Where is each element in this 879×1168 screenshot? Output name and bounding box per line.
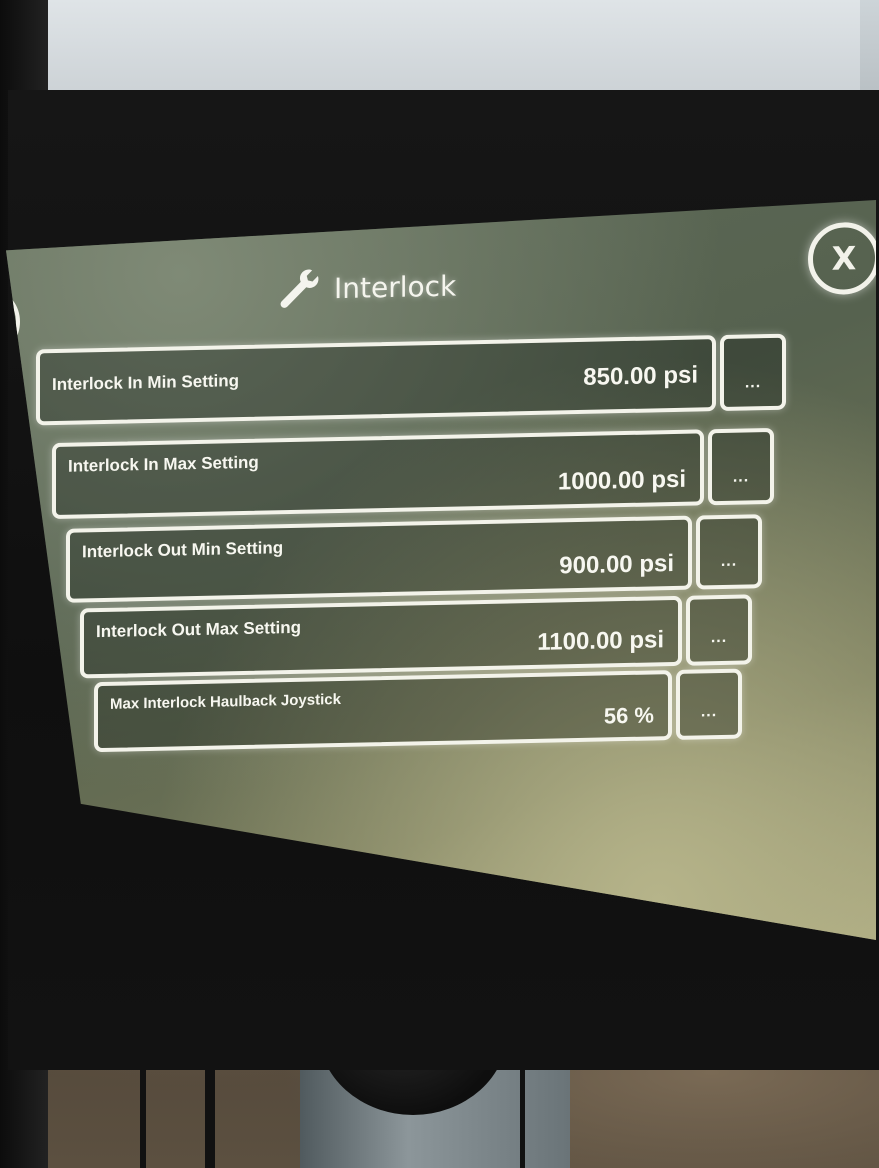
setting-label: Interlock Out Min Setting xyxy=(82,538,284,562)
close-icon: X xyxy=(831,239,857,278)
setting-value: 1100.00 psi xyxy=(537,626,664,656)
setting-value: 850.00 psi xyxy=(583,361,698,391)
edit-setting-button[interactable]: ... xyxy=(696,514,762,590)
edit-setting-button[interactable]: ... xyxy=(708,427,774,506)
setting-label: Interlock Out Max Setting xyxy=(96,617,301,642)
setting-field[interactable]: Max Interlock Haulback Joystick 56 % xyxy=(94,670,672,753)
setting-row-interlock-in-min: Interlock In Min Setting 850.00 psi ... xyxy=(36,333,786,426)
edit-setting-button[interactable]: ... xyxy=(676,668,742,740)
edit-setting-button[interactable]: ... xyxy=(686,594,752,666)
setting-value: 1000.00 psi xyxy=(557,465,686,496)
screen-header: Interlock xyxy=(276,263,456,313)
setting-row-interlock-in-max: Interlock In Max Setting 1000.00 psi ... xyxy=(52,427,774,520)
setting-field[interactable]: Interlock Out Min Setting 900.00 psi xyxy=(66,515,692,603)
photo-scene: Interlock X Interlock In Min Setting 850… xyxy=(0,0,879,1168)
setting-row-max-interlock-haulback-joystick: Max Interlock Haulback Joystick 56 % ... xyxy=(94,668,742,753)
setting-field[interactable]: Interlock Out Max Setting 1100.00 psi xyxy=(80,595,682,679)
edit-setting-button[interactable]: ... xyxy=(720,333,786,412)
setting-label: Interlock In Min Setting xyxy=(52,371,240,395)
setting-label: Max Interlock Haulback Joystick xyxy=(110,690,341,713)
setting-row-interlock-out-max: Interlock Out Max Setting 1100.00 psi ..… xyxy=(80,594,752,679)
setting-row-interlock-out-min: Interlock Out Min Setting 900.00 psi ... xyxy=(66,514,762,603)
close-button[interactable]: X xyxy=(808,221,876,296)
setting-field[interactable]: Interlock In Min Setting 850.00 psi xyxy=(36,335,716,426)
setting-field[interactable]: Interlock In Max Setting 1000.00 psi xyxy=(52,429,704,520)
setting-value: 900.00 psi xyxy=(559,550,674,580)
setting-value: 56 % xyxy=(603,702,654,729)
page-title: Interlock xyxy=(334,269,457,305)
wrench-icon xyxy=(280,269,319,308)
setting-label: Interlock In Max Setting xyxy=(68,452,259,476)
